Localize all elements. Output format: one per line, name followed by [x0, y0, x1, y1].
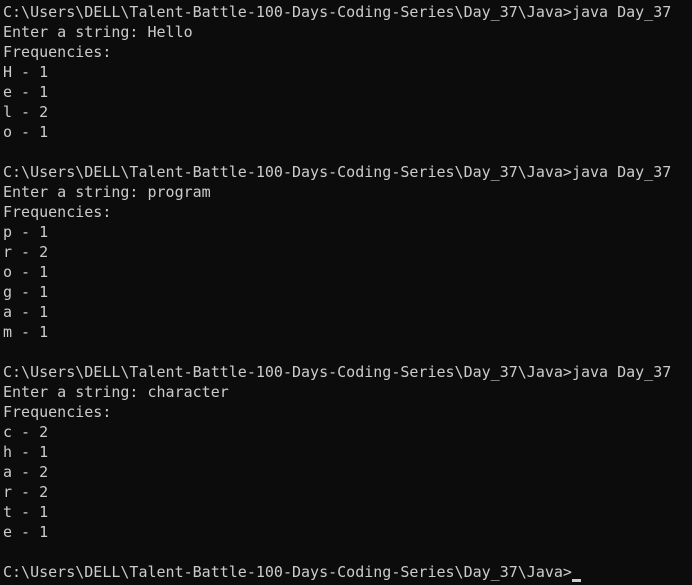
frequency-line: a - 1 [3, 303, 49, 321]
frequency-line: l - 2 [3, 103, 49, 121]
frequencies-heading-3: Frequencies: [3, 403, 112, 421]
command-line-2: C:\Users\DELL\Talent-Battle-100-Days-Cod… [3, 163, 672, 181]
frequency-line: h - 1 [3, 443, 49, 461]
frequency-line: e - 1 [3, 523, 49, 541]
frequency-line: g - 1 [3, 283, 49, 301]
input-prompt-1: Enter a string: Hello [3, 23, 193, 41]
terminal-window[interactable]: C:\Users\DELL\Talent-Battle-100-Days-Cod… [0, 0, 692, 585]
frequency-line: p - 1 [3, 223, 49, 241]
frequency-line: m - 1 [3, 323, 49, 341]
frequency-line: c - 2 [3, 423, 49, 441]
frequency-line: e - 1 [3, 83, 49, 101]
frequency-line: H - 1 [3, 63, 49, 81]
frequency-line: t - 1 [3, 503, 49, 521]
command-line-3: C:\Users\DELL\Talent-Battle-100-Days-Cod… [3, 363, 672, 381]
frequencies-heading-1: Frequencies: [3, 43, 112, 61]
frequency-line: a - 2 [3, 463, 49, 481]
text-cursor [571, 579, 581, 582]
input-prompt-2: Enter a string: program [3, 183, 211, 201]
frequency-line: r - 2 [3, 483, 49, 501]
frequencies-heading-2: Frequencies: [3, 203, 112, 221]
command-line-1: C:\Users\DELL\Talent-Battle-100-Days-Cod… [3, 3, 672, 21]
frequency-line: o - 1 [3, 123, 49, 141]
current-prompt: C:\Users\DELL\Talent-Battle-100-Days-Cod… [3, 563, 572, 581]
frequency-line: o - 1 [3, 263, 49, 281]
frequency-line: r - 2 [3, 243, 49, 261]
input-prompt-3: Enter a string: character [3, 383, 229, 401]
current-prompt-line[interactable]: C:\Users\DELL\Talent-Battle-100-Days-Cod… [3, 562, 692, 582]
